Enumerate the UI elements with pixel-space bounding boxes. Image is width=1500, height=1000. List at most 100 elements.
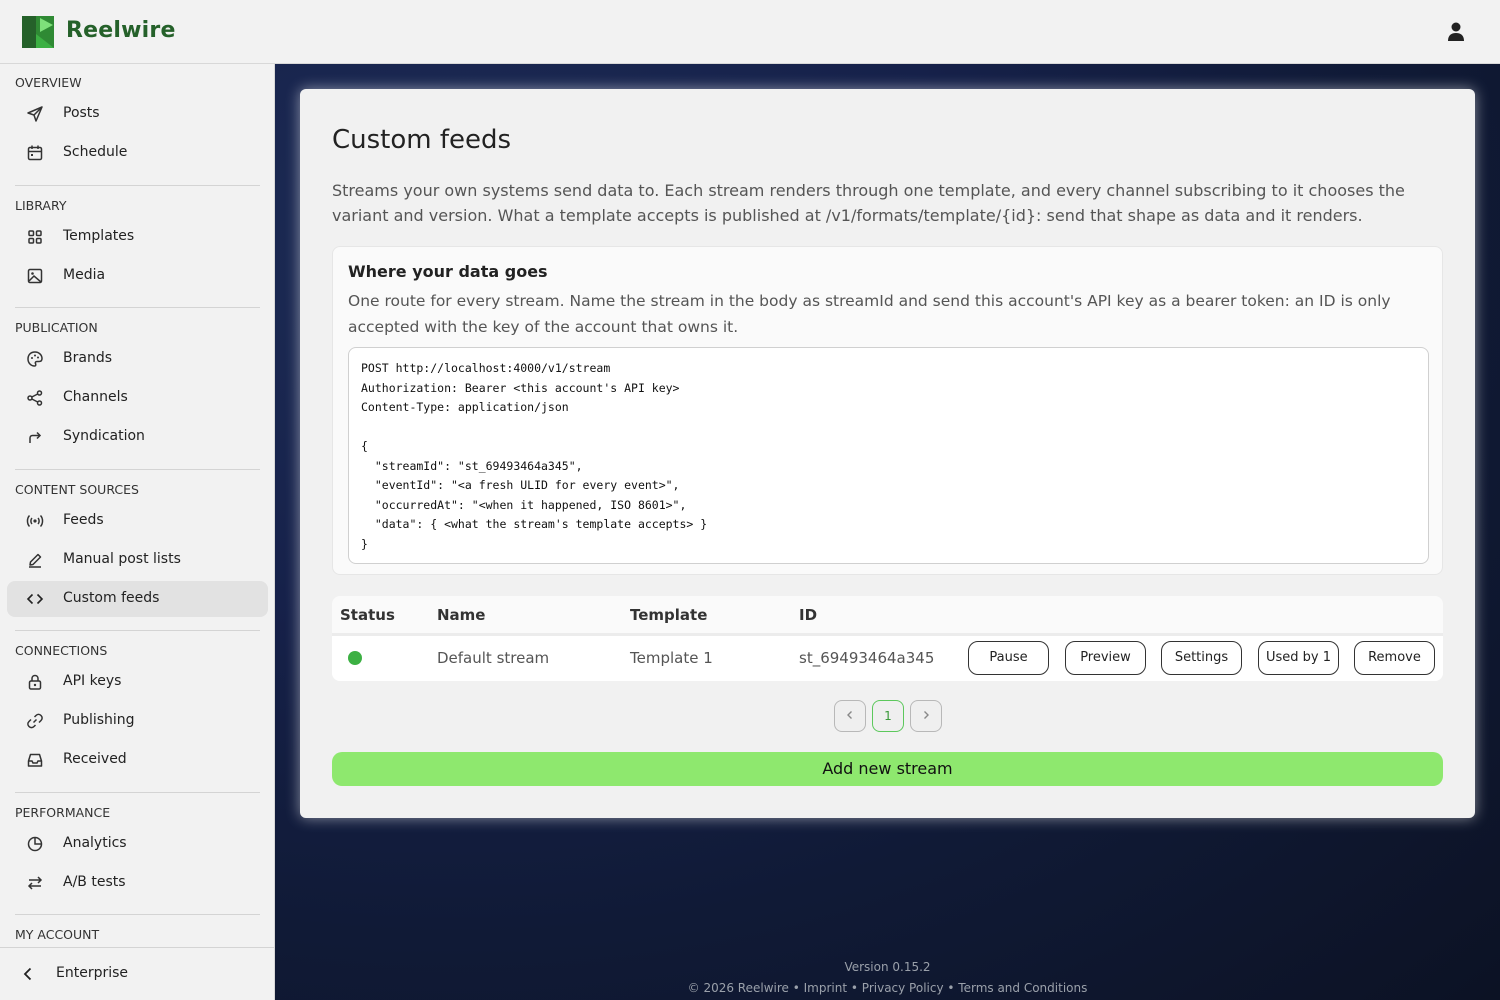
divider [15, 469, 260, 470]
divider [15, 792, 260, 793]
sidebar-item-manual-post-lists[interactable]: Manual post lists [7, 542, 268, 578]
sidebar-item-label: Manual post lists [63, 551, 181, 567]
sidebar-item-label: Templates [63, 228, 135, 244]
sidebar-item-label: Custom feeds [63, 590, 160, 606]
account-plan-label: Enterprise [56, 965, 129, 981]
code-line: POST http://localhost:4000/v1/stream [361, 361, 611, 375]
privacy-policy-link[interactable]: Privacy Policy [862, 981, 944, 995]
stream-id: st_69493464a345 [799, 649, 935, 667]
sidebar-item-media[interactable]: Media [7, 258, 268, 294]
status-indicator [348, 651, 362, 665]
pencil-icon [29, 553, 42, 568]
reelwire-logo[interactable] [22, 16, 54, 48]
endpoint-info-box: Where your data goes One route for every… [332, 246, 1443, 575]
page-button-current[interactable]: 1 [872, 700, 904, 732]
section-heading-connections: CONNECTIONS [15, 643, 108, 658]
lock-icon [28, 674, 42, 690]
forward-arrow-icon [29, 431, 42, 443]
sidebar: OVERVIEW Posts Schedule LIBRARY Template… [0, 64, 275, 1000]
separator: • [788, 981, 804, 995]
sidebar-item-channels[interactable]: Channels [7, 380, 268, 416]
code-line: Content-Type: application/json [361, 400, 569, 414]
code-line: "eventId": "<a fresh ULID for every even… [361, 478, 680, 492]
chevron-right-icon [924, 711, 929, 719]
sidebar-item-label: Publishing [63, 712, 135, 728]
info-title: Where your data goes [348, 262, 548, 281]
sidebar-item-brands[interactable]: Brands [7, 341, 268, 377]
sidebar-item-label: Channels [63, 389, 128, 405]
code-line: } [361, 536, 368, 551]
chevron-left-icon [847, 711, 852, 719]
sidebar-item-schedule[interactable]: Schedule [7, 135, 268, 171]
sidebar-item-label: Analytics [63, 835, 127, 851]
settings-button[interactable]: Settings [1161, 641, 1242, 675]
preview-button[interactable]: Preview [1065, 641, 1146, 675]
code-icon [26, 593, 44, 605]
separator: • [943, 981, 959, 995]
copyright: © 2026 Reelwire [687, 981, 789, 995]
sidebar-item-api-keys[interactable]: API keys [7, 664, 268, 700]
sidebar-item-feeds[interactable]: Feeds [7, 503, 268, 539]
sidebar-footer: Enterprise [0, 947, 274, 1000]
code-line: Authorization: Bearer <this account's AP… [361, 380, 680, 395]
table-row: Default stream Template 1 st_69493464a34… [332, 636, 1443, 681]
calendar-icon [27, 145, 43, 161]
image-icon [27, 268, 43, 284]
sidebar-item-label: Posts [63, 105, 100, 121]
page-title: Custom feeds [332, 125, 512, 155]
link-icon [27, 713, 43, 729]
pause-button[interactable]: Pause [968, 641, 1049, 675]
section-heading-publication: PUBLICATION [15, 320, 98, 335]
sidebar-item-ab-tests[interactable]: A/B tests [7, 865, 268, 901]
column-header-status: Status [340, 606, 395, 624]
section-heading-performance: PERFORMANCE [15, 805, 111, 820]
next-page-button[interactable] [910, 700, 942, 732]
stream-template: Template 1 [630, 649, 713, 667]
broadcast-icon [26, 514, 44, 528]
imprint-link[interactable]: Imprint [804, 981, 847, 995]
sidebar-item-custom-feeds[interactable]: Custom feeds [7, 581, 268, 617]
sidebar-item-publishing[interactable]: Publishing [7, 703, 268, 739]
divider [15, 914, 260, 915]
share-icon [27, 390, 43, 406]
palette-icon [27, 351, 43, 367]
sidebar-item-analytics[interactable]: Analytics [7, 826, 268, 862]
previous-page-button[interactable] [834, 700, 866, 732]
send-icon [27, 106, 43, 122]
divider [15, 185, 260, 186]
sidebar-item-posts[interactable]: Posts [7, 96, 268, 132]
sidebar-item-templates[interactable]: Templates [7, 219, 268, 255]
code-line: { [361, 439, 368, 453]
section-heading-content-sources: CONTENT SOURCES [15, 482, 139, 497]
divider [15, 630, 260, 631]
terms-link[interactable]: Terms and Conditions [958, 981, 1087, 995]
info-text: One route for every stream. Name the str… [348, 292, 1391, 336]
section-heading-overview: OVERVIEW [15, 75, 82, 90]
chevron-left-icon[interactable] [20, 966, 36, 982]
top-bar: Reelwire [0, 0, 1500, 64]
column-header-name: Name [437, 606, 486, 624]
sidebar-item-label: Media [63, 267, 106, 283]
content-card: Custom feeds Streams your own systems se… [300, 89, 1475, 818]
code-line: "occurredAt": "<when it happened, ISO 86… [361, 497, 687, 512]
column-header-template: Template [630, 606, 708, 624]
add-new-stream-button[interactable]: Add new stream [332, 752, 1443, 786]
streams-table: Status Name Template ID Default stream T… [332, 596, 1443, 681]
code-sample[interactable]: POST http://localhost:4000/v1/stream Aut… [348, 347, 1429, 564]
sidebar-item-received[interactable]: Received [7, 742, 268, 778]
user-account-icon[interactable] [1444, 20, 1468, 44]
separator: • [847, 981, 862, 995]
app-name: Reelwire [66, 18, 176, 43]
page-intro: Streams your own systems send data to. E… [332, 181, 1405, 225]
sidebar-item-label: Brands [63, 350, 112, 366]
used-by-button[interactable]: Used by 1 [1258, 641, 1339, 675]
sidebar-item-label: API keys [63, 673, 122, 689]
column-header-id: ID [799, 606, 818, 624]
code-line: "streamId": "st_69493464a345", [361, 458, 583, 473]
remove-button[interactable]: Remove [1354, 641, 1435, 675]
sidebar-item-label: A/B tests [63, 874, 126, 890]
footer-links: © 2026 Reelwire • Imprint • Privacy Poli… [275, 981, 1500, 995]
sidebar-item-syndication[interactable]: Syndication [7, 419, 268, 455]
sidebar-item-label: Feeds [63, 512, 104, 528]
pie-chart-icon [27, 836, 43, 852]
